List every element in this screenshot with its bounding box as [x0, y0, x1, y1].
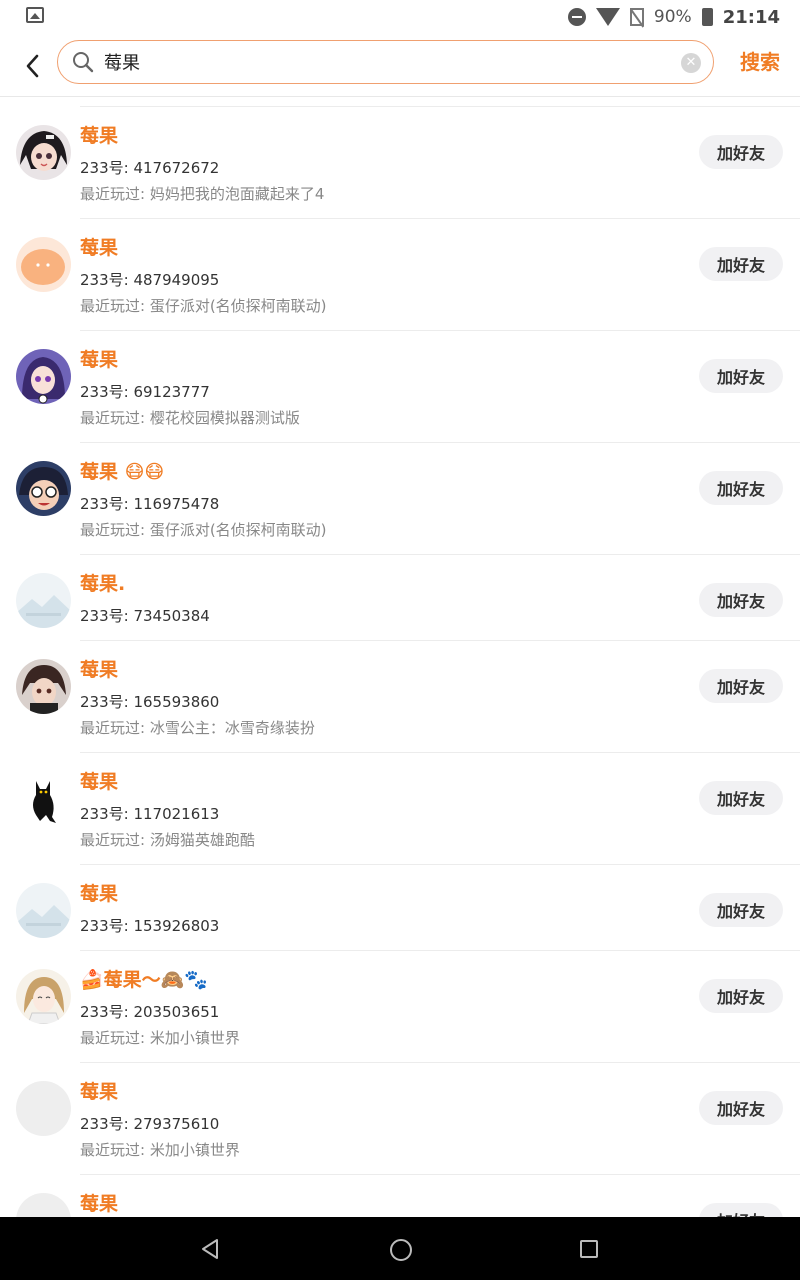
- search-input[interactable]: [104, 41, 664, 83]
- nav-home-icon[interactable]: [390, 1239, 412, 1261]
- search-header: ✕ 搜索: [0, 34, 800, 97]
- avatar[interactable]: [16, 771, 71, 826]
- user-name: 莓果: [80, 883, 119, 905]
- recently-played: 最近玩过: 米加小镇世界: [80, 1029, 240, 1047]
- battery-icon: [701, 8, 713, 26]
- user-id: 233号: 69123777: [80, 383, 210, 401]
- user-id: 233号: 116975478: [80, 495, 220, 513]
- add-friend-button[interactable]: 加好友: [699, 583, 783, 617]
- user-id: 233号: 165593860: [80, 693, 220, 711]
- user-id: 233号: 487949095: [80, 271, 220, 289]
- user-name: 🍰莓果〜🙈🐾: [80, 969, 208, 991]
- search-results-list[interactable]: 莓果 233号: 417672672 最近玩过: 妈妈把我的泡面藏起来了4 加好友 莓果…: [0, 97, 800, 1217]
- add-friend-button[interactable]: 加好友: [699, 1203, 783, 1217]
- add-friend-button[interactable]: 加好友: [699, 669, 783, 703]
- nav-recents-icon[interactable]: [580, 1240, 598, 1258]
- recently-played: 最近玩过: 樱花校园模拟器测试版: [80, 409, 300, 427]
- avatar[interactable]: [16, 461, 71, 516]
- recently-played: 最近玩过: 蛋仔派对(名侦探柯南联动): [80, 297, 327, 315]
- user-name: 莓果: [80, 1193, 119, 1215]
- user-name: 莓果: [80, 771, 119, 793]
- list-item[interactable]: 莓果 233号: 69123777 最近玩过: 樱花校园模拟器测试版 加好友: [0, 331, 800, 443]
- user-name: 莓果: [80, 237, 119, 259]
- list-item[interactable]: 🍰莓果〜🙈🐾 233号: 203503651 最近玩过: 米加小镇世界 加好友: [0, 951, 800, 1063]
- add-friend-button[interactable]: 加好友: [699, 781, 783, 815]
- list-item[interactable]: 莓果 😷😷 233号: 116975478 最近玩过: 蛋仔派对(名侦探柯南联动) 加…: [0, 443, 800, 555]
- search-icon: [72, 51, 94, 73]
- status-icons: 90% 21:14: [567, 4, 780, 30]
- list-item[interactable]: 莓果 233号: 417672672 最近玩过: 妈妈把我的泡面藏起来了4 加好友: [0, 107, 800, 219]
- recently-played: 最近玩过: 汤姆猫英雄跑酷: [80, 831, 255, 849]
- user-id: 233号: 279375610: [80, 1115, 220, 1133]
- user-name: 莓果 😷😷: [80, 461, 165, 483]
- list-item[interactable]: 莓果 233号: 487949095 最近玩过: 蛋仔派对(名侦探柯南联动) 加好友: [0, 219, 800, 331]
- list-item[interactable]: 莓果 233号: 279375610 最近玩过: 米加小镇世界 加好友: [0, 1063, 800, 1175]
- user-name: 莓果: [80, 1081, 119, 1103]
- user-id: 233号: 417672672: [80, 159, 220, 177]
- user-name: 莓果.: [80, 573, 126, 595]
- status-bar: 90% 21:14: [0, 0, 800, 34]
- list-item[interactable]: 莓果 233号: 117021613 最近玩过: 汤姆猫英雄跑酷 加好友: [0, 753, 800, 865]
- avatar[interactable]: [16, 1193, 71, 1217]
- list-item[interactable]: 莓果 加好友: [0, 1175, 800, 1217]
- avatar[interactable]: [16, 125, 71, 180]
- do-not-disturb-icon: [567, 8, 586, 26]
- recently-played: 最近玩过: 米加小镇世界: [80, 1141, 240, 1159]
- list-item[interactable]: 莓果 233号: 165593860 最近玩过: 冰雪公主：冰雪奇缘装扮 加好友: [0, 641, 800, 753]
- avatar[interactable]: [16, 969, 71, 1024]
- list-item[interactable]: 莓果 233号: 153926803 加好友: [0, 865, 800, 951]
- avatar[interactable]: [16, 1081, 71, 1136]
- avatar[interactable]: [16, 237, 71, 292]
- add-friend-button[interactable]: 加好友: [699, 471, 783, 505]
- recently-played: 最近玩过: 妈妈把我的泡面藏起来了4: [80, 185, 325, 203]
- add-friend-button[interactable]: 加好友: [699, 893, 783, 927]
- image-notification-icon: [26, 7, 44, 23]
- navigation-bar: [0, 1217, 800, 1280]
- list-item[interactable]: 莓果. 233号: 73450384 加好友: [0, 555, 800, 641]
- add-friend-button[interactable]: 加好友: [699, 247, 783, 281]
- nav-back-icon[interactable]: [200, 1238, 220, 1260]
- no-signal-icon: [629, 8, 644, 26]
- avatar[interactable]: [16, 883, 71, 938]
- user-id: 233号: 203503651: [80, 1003, 220, 1021]
- clock: 21:14: [722, 6, 780, 28]
- avatar[interactable]: [16, 659, 71, 714]
- avatar[interactable]: [16, 573, 71, 628]
- back-arrow-icon[interactable]: [22, 52, 44, 80]
- add-friend-button[interactable]: 加好友: [699, 135, 783, 169]
- add-friend-button[interactable]: 加好友: [699, 359, 783, 393]
- user-name: 莓果: [80, 659, 119, 681]
- recently-played: 最近玩过: 冰雪公主：冰雪奇缘装扮: [80, 719, 315, 737]
- wifi-icon: [595, 8, 620, 26]
- avatar[interactable]: [16, 349, 71, 404]
- search-box[interactable]: ✕: [57, 40, 714, 84]
- add-friend-button[interactable]: 加好友: [699, 979, 783, 1013]
- user-id: 233号: 73450384: [80, 607, 210, 625]
- user-id: 233号: 153926803: [80, 917, 220, 935]
- clear-icon[interactable]: ✕: [681, 53, 701, 73]
- user-id: 233号: 117021613: [80, 805, 220, 823]
- add-friend-button[interactable]: 加好友: [699, 1091, 783, 1125]
- search-button[interactable]: 搜索: [740, 46, 780, 75]
- recently-played: 最近玩过: 蛋仔派对(名侦探柯南联动): [80, 521, 327, 539]
- user-name: 莓果: [80, 349, 119, 371]
- user-name: 莓果: [80, 125, 119, 147]
- battery-percent: 90%: [653, 7, 692, 27]
